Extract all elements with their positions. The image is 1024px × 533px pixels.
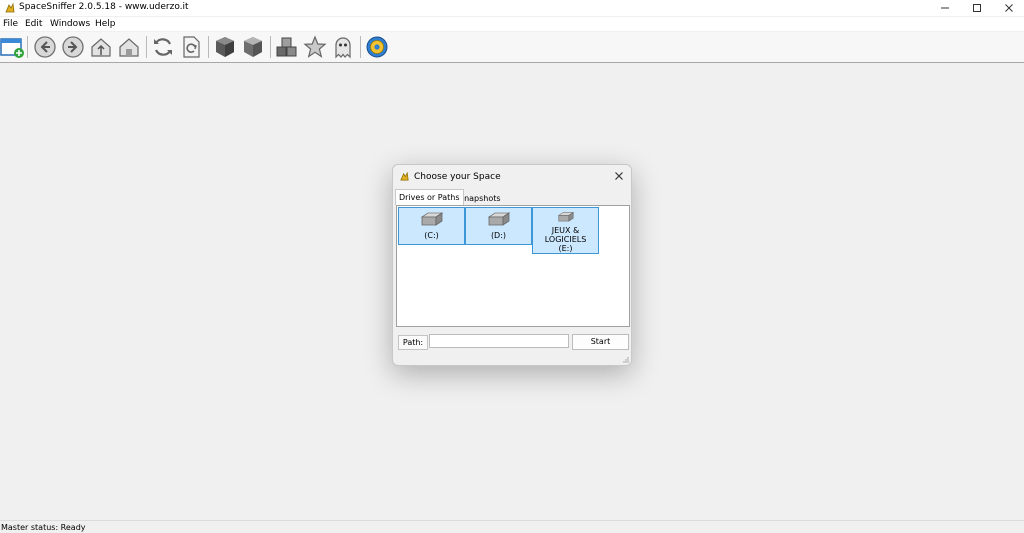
drive-label: JEUX & LOGICIELS (E:) (544, 226, 587, 253)
hard-drive-icon (420, 212, 443, 226)
drive-item-e[interactable]: JEUX & LOGICIELS (E:) (532, 207, 599, 254)
start-button[interactable]: Start (572, 334, 629, 350)
menu-windows[interactable]: Windows (50, 19, 90, 29)
menu-help[interactable]: Help (95, 19, 116, 29)
maximize-button[interactable] (960, 0, 994, 16)
toolbar-separator (27, 36, 28, 58)
menu-bar: File Edit Windows Help (0, 17, 1024, 31)
forward-arrow-icon[interactable] (61, 35, 85, 59)
toolbar-separator (146, 36, 147, 58)
refresh-icon[interactable] (151, 35, 175, 59)
resize-grip-icon[interactable] (622, 356, 629, 363)
home-icon[interactable] (117, 35, 141, 59)
menu-edit[interactable]: Edit (25, 19, 42, 29)
close-button[interactable] (992, 0, 1024, 16)
status-bar: Master status: Ready (0, 520, 1024, 533)
window-title: SpaceSniffer 2.0.5.18 - www.uderzo.it (19, 2, 189, 12)
menu-file[interactable]: File (3, 19, 18, 29)
dialog-title: Choose your Space (414, 172, 501, 182)
drive-label: (C:) (424, 231, 439, 240)
up-home-icon[interactable] (89, 35, 113, 59)
toolbar-separator (208, 36, 209, 58)
ghost-icon[interactable] (331, 35, 355, 59)
cubes-icon[interactable] (275, 35, 299, 59)
drive-item-d[interactable]: (D:) (465, 207, 532, 245)
back-arrow-icon[interactable] (33, 35, 57, 59)
toolbar (0, 32, 1024, 63)
tab-drives-or-paths[interactable]: Drives or Paths (395, 189, 464, 205)
drive-item-c[interactable]: (C:) (398, 207, 465, 245)
cube-dark-icon[interactable] (213, 35, 237, 59)
toolbar-separator (360, 36, 361, 58)
gear-icon[interactable] (365, 35, 389, 59)
title-bar: SpaceSniffer 2.0.5.18 - www.uderzo.it (0, 0, 1024, 16)
drive-label: (D:) (490, 231, 507, 240)
hard-drive-icon (487, 212, 510, 226)
dialog-close-icon[interactable] (613, 170, 625, 182)
toolbar-separator (270, 36, 271, 58)
dialog-app-icon (399, 171, 410, 182)
app-icon (4, 2, 16, 14)
choose-space-dialog: Choose your Space Drives or Paths Snapsh… (392, 164, 632, 366)
drive-list: (C:) (D:) JEUX & LOGICIELS (E:) (396, 205, 630, 327)
minimize-button[interactable] (928, 0, 962, 16)
refresh-document-icon[interactable] (179, 35, 203, 59)
star-icon[interactable] (303, 35, 327, 59)
status-text: Master status: Ready (1, 523, 86, 532)
path-input[interactable] (429, 334, 569, 348)
cube-light-icon[interactable] (241, 35, 265, 59)
new-window-icon[interactable] (0, 35, 24, 59)
path-label: Path: (398, 335, 428, 350)
hard-drive-icon (557, 211, 574, 222)
